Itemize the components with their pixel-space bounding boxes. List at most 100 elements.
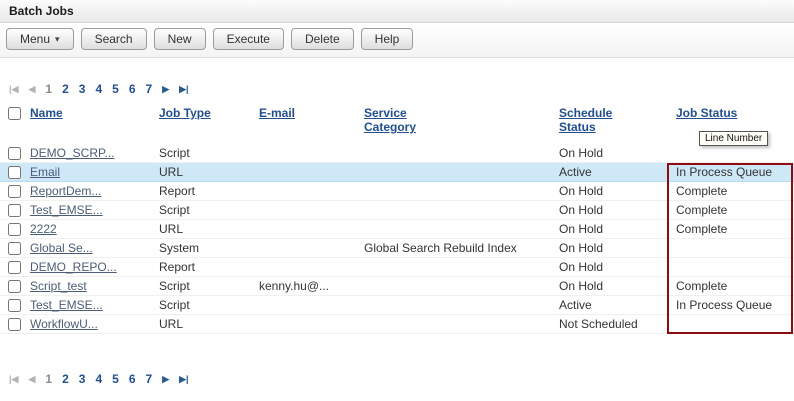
row-checkbox[interactable] xyxy=(8,147,21,160)
select-all-checkbox[interactable] xyxy=(8,107,21,120)
cell-name: Email xyxy=(26,163,155,182)
cell-email xyxy=(255,201,360,220)
cell-service-category xyxy=(360,277,555,296)
page-7-link[interactable]: 7 xyxy=(146,372,153,386)
column-header-job-type[interactable]: Job Type xyxy=(159,106,211,120)
page-3-link[interactable]: 3 xyxy=(79,82,86,96)
cell-name: DEMO_REPO... xyxy=(26,258,155,277)
cell-email xyxy=(255,315,360,334)
cell-job-type: URL xyxy=(155,315,255,334)
next-page-button[interactable]: ▶ xyxy=(162,84,169,95)
page-2-link[interactable]: 2 xyxy=(62,82,69,96)
menu-button[interactable]: Menu ▾ xyxy=(6,28,74,50)
cell-checkbox xyxy=(0,258,26,277)
record-link[interactable]: 2222 xyxy=(30,222,57,236)
table-row: Test_EMSE...ScriptOn HoldComplete xyxy=(0,201,794,220)
delete-button[interactable]: Delete xyxy=(291,28,354,50)
cell-job-type: URL xyxy=(155,163,255,182)
row-checkbox[interactable] xyxy=(8,280,21,293)
table-row: Test_EMSE...ScriptActiveIn Process Queue xyxy=(0,296,794,315)
cell-job-status: Complete xyxy=(672,182,794,201)
last-page-button[interactable]: ▶| xyxy=(179,84,188,95)
record-link[interactable]: Global Se... xyxy=(30,241,93,255)
table-body: DEMO_SCRP...ScriptOn HoldEmailURLActiveI… xyxy=(0,144,794,334)
page-2-link[interactable]: 2 xyxy=(62,372,69,386)
execute-button[interactable]: Execute xyxy=(213,28,284,50)
cell-name: Test_EMSE... xyxy=(26,296,155,315)
row-checkbox[interactable] xyxy=(8,261,21,274)
record-link[interactable]: Test_EMSE... xyxy=(30,203,103,217)
table-row: DEMO_SCRP...ScriptOn Hold xyxy=(0,144,794,163)
help-button[interactable]: Help xyxy=(361,28,414,50)
pagination-bottom: |◀◀1234567▶▶| xyxy=(0,370,794,388)
toolbar: Menu ▾ Search New Execute Delete Help xyxy=(0,23,794,58)
page-7-link[interactable]: 7 xyxy=(146,82,153,96)
row-checkbox[interactable] xyxy=(8,166,21,179)
cell-service-category xyxy=(360,220,555,239)
record-link[interactable]: WorkflowU... xyxy=(30,317,98,331)
table-row: 2222URLOn HoldComplete xyxy=(0,220,794,239)
cell-job-type: Report xyxy=(155,258,255,277)
page-4-link[interactable]: 4 xyxy=(95,372,102,386)
cell-job-type: Script xyxy=(155,277,255,296)
column-header-email[interactable]: E-mail xyxy=(259,106,295,120)
last-page-button[interactable]: ▶| xyxy=(179,374,188,385)
cell-service-category xyxy=(360,258,555,277)
table-row: Script_testScriptkenny.hu@...On HoldComp… xyxy=(0,277,794,296)
cell-job-type: Script xyxy=(155,201,255,220)
new-button[interactable]: New xyxy=(154,28,206,50)
cell-service-category: Global Search Rebuild Index xyxy=(360,239,555,258)
chevron-down-icon: ▾ xyxy=(55,35,60,44)
cell-service-category xyxy=(360,201,555,220)
row-checkbox[interactable] xyxy=(8,185,21,198)
cell-service-category xyxy=(360,296,555,315)
column-header-service-category[interactable]: Service Category xyxy=(364,106,426,134)
cell-service-category xyxy=(360,182,555,201)
page-5-link[interactable]: 5 xyxy=(112,82,119,96)
record-link[interactable]: Email xyxy=(30,165,60,179)
page-3-link[interactable]: 3 xyxy=(79,372,86,386)
row-checkbox[interactable] xyxy=(8,204,21,217)
menu-button-label: Menu xyxy=(20,32,50,46)
cell-email xyxy=(255,163,360,182)
page-5-link[interactable]: 5 xyxy=(112,372,119,386)
page-4-link[interactable]: 4 xyxy=(95,82,102,96)
record-link[interactable]: Script_test xyxy=(30,279,87,293)
page-6-link[interactable]: 6 xyxy=(129,82,136,96)
cell-email xyxy=(255,220,360,239)
record-link[interactable]: DEMO_SCRP... xyxy=(30,146,114,160)
cell-job-status: Complete xyxy=(672,220,794,239)
column-header-schedule-status[interactable]: Schedule Status xyxy=(559,106,621,134)
cell-checkbox xyxy=(0,315,26,334)
header-checkbox-cell xyxy=(0,104,26,144)
cell-job-status: Complete xyxy=(672,277,794,296)
row-checkbox[interactable] xyxy=(8,223,21,236)
record-link[interactable]: ReportDem... xyxy=(30,184,101,198)
page-6-link[interactable]: 6 xyxy=(129,372,136,386)
row-checkbox[interactable] xyxy=(8,318,21,331)
record-link[interactable]: Test_EMSE... xyxy=(30,298,103,312)
cell-schedule-status: Active xyxy=(555,296,672,315)
first-page-button: |◀ xyxy=(9,84,18,95)
row-checkbox[interactable] xyxy=(8,242,21,255)
cell-schedule-status: On Hold xyxy=(555,201,672,220)
cell-email xyxy=(255,258,360,277)
cell-email xyxy=(255,182,360,201)
record-link[interactable]: DEMO_REPO... xyxy=(30,260,117,274)
header-row: Name Job Type E-mail Service Category Sc… xyxy=(0,104,794,144)
cell-job-status xyxy=(672,144,794,163)
column-header-service-category-cell: Service Category xyxy=(360,104,555,144)
page-1-link: 1 xyxy=(45,372,52,386)
row-checkbox[interactable] xyxy=(8,299,21,312)
column-header-name[interactable]: Name xyxy=(30,106,63,120)
cell-schedule-status: On Hold xyxy=(555,239,672,258)
next-page-button[interactable]: ▶ xyxy=(162,374,169,385)
cell-job-type: Script xyxy=(155,296,255,315)
search-button[interactable]: Search xyxy=(81,28,147,50)
cell-job-type: Script xyxy=(155,144,255,163)
cell-checkbox xyxy=(0,296,26,315)
cell-service-category xyxy=(360,163,555,182)
cell-email xyxy=(255,239,360,258)
column-header-job-status[interactable]: Job Status xyxy=(676,106,737,120)
cell-schedule-status: On Hold xyxy=(555,258,672,277)
